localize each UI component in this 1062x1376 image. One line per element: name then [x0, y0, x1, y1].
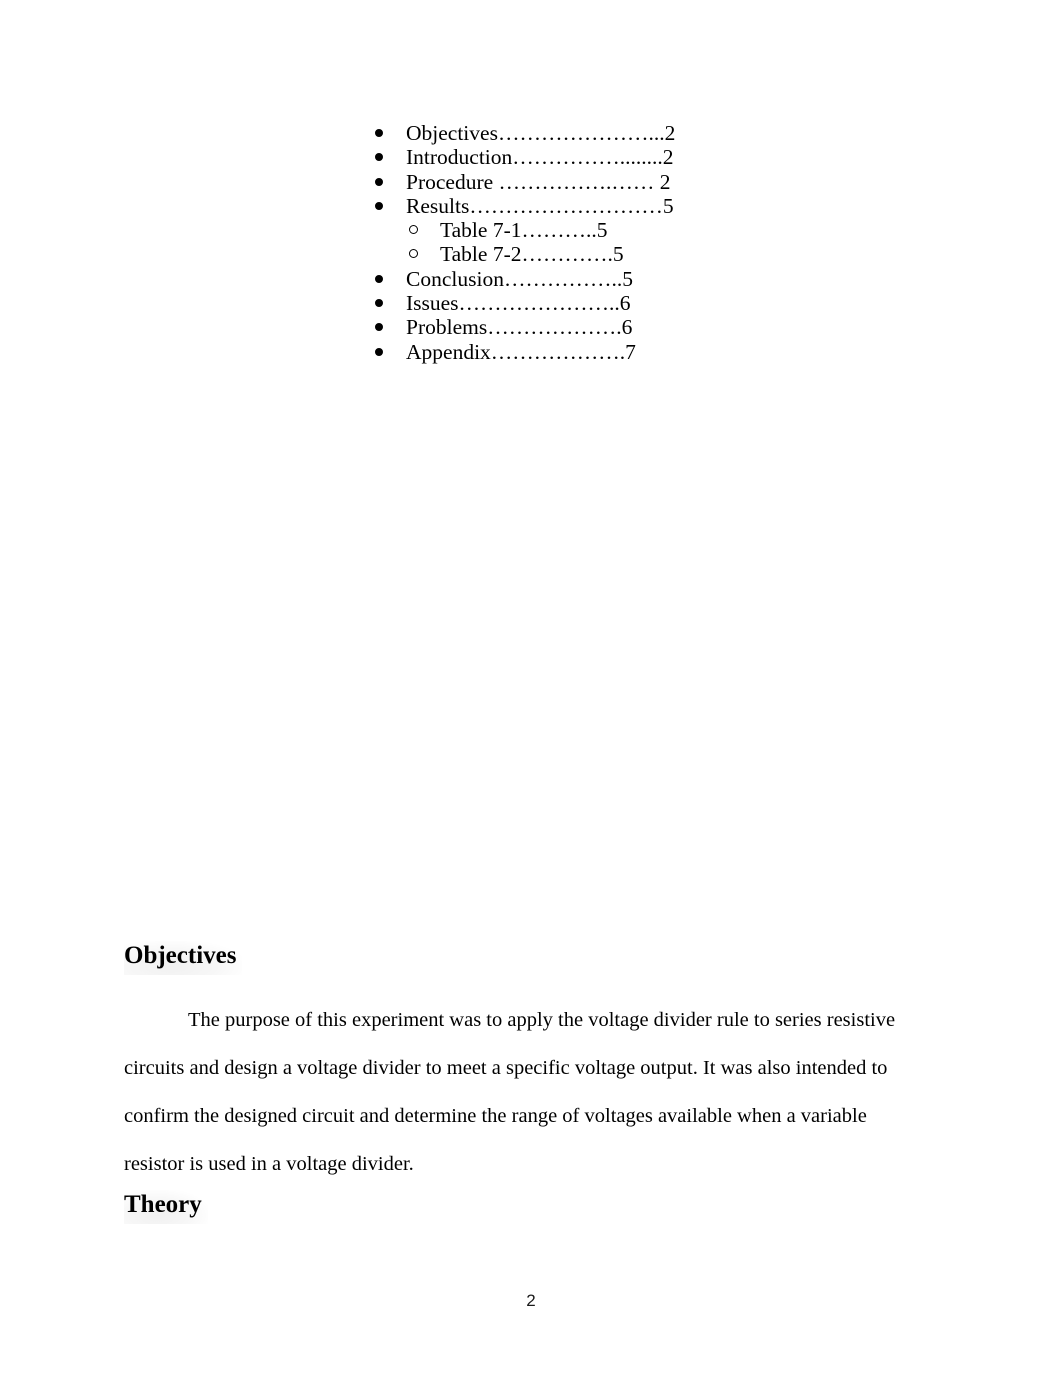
toc-item-label: Conclusion……………..5 — [406, 266, 633, 291]
filled-disc-bullet-icon-shape — [375, 323, 383, 332]
toc-item[interactable]: Issues…………………..6 — [0, 291, 1062, 315]
hollow-circle-bullet-icon-shape — [409, 224, 418, 234]
toc-item-label: Issues…………………..6 — [406, 291, 631, 316]
filled-disc-bullet-icon — [375, 194, 389, 218]
toc-item-label: Problems……………….6 — [406, 315, 633, 340]
toc-item-label: Objectives…………………...2 — [406, 121, 676, 145]
toc-item[interactable]: Conclusion……………..5 — [0, 267, 1062, 291]
toc-item-label: Appendix……………….7 — [406, 339, 636, 364]
toc-item-label: Results………………………5 — [406, 193, 674, 218]
filled-disc-bullet-icon-shape — [375, 274, 383, 283]
filled-disc-bullet-icon-shape — [375, 201, 383, 210]
filled-disc-bullet-icon-shape — [375, 299, 383, 308]
toc-item-label: Procedure …………….…… 2 — [406, 169, 671, 194]
toc-item[interactable]: Introduction……………........2 — [0, 145, 1062, 169]
toc-item-label: Introduction……………........2 — [406, 145, 674, 170]
page-number: 2 — [526, 1291, 536, 1310]
toc-item[interactable]: Appendix……………….7 — [0, 340, 1062, 364]
hollow-circle-bullet-icon — [409, 218, 423, 242]
toc-item[interactable]: Table 7-1………..5 — [0, 218, 1062, 242]
toc-item[interactable]: Problems……………….6 — [0, 315, 1062, 339]
toc-item-label: Table 7-2………….5 — [440, 242, 624, 267]
table-of-contents: Objectives…………………...2 Introduction……………..… — [0, 121, 1062, 364]
filled-disc-bullet-icon — [375, 170, 389, 194]
filled-disc-bullet-icon — [375, 121, 389, 145]
filled-disc-bullet-icon — [375, 315, 389, 339]
toc-item[interactable]: Table 7-2………….5 — [0, 242, 1062, 266]
objectives-body-paragraph: The purpose of this experiment was to ap… — [124, 1008, 896, 1175]
filled-disc-bullet-icon — [375, 267, 389, 291]
section-heading-theory: Theory — [124, 1189, 208, 1224]
filled-disc-bullet-icon — [375, 340, 389, 364]
hollow-circle-bullet-icon — [409, 242, 423, 266]
toc-item-label: Table 7-1………..5 — [440, 218, 608, 243]
filled-disc-bullet-icon — [375, 291, 389, 315]
toc-list: Objectives…………………...2 Introduction……………..… — [0, 121, 1062, 364]
section-heading-objectives: Objectives — [124, 940, 243, 975]
toc-item[interactable]: Results………………………5 — [0, 194, 1062, 218]
filled-disc-bullet-icon-shape — [375, 177, 383, 186]
filled-disc-bullet-icon-shape — [375, 129, 383, 138]
filled-disc-bullet-icon-shape — [375, 347, 383, 356]
toc-item[interactable]: Procedure …………….…… 2 — [0, 170, 1062, 194]
document-page: Objectives…………………...2 Introduction……………..… — [0, 0, 1062, 1376]
hollow-circle-bullet-icon-shape — [409, 249, 418, 258]
toc-item[interactable]: Objectives…………………...2 — [0, 121, 1062, 145]
filled-disc-bullet-icon — [375, 145, 389, 169]
filled-disc-bullet-icon-shape — [375, 153, 383, 162]
